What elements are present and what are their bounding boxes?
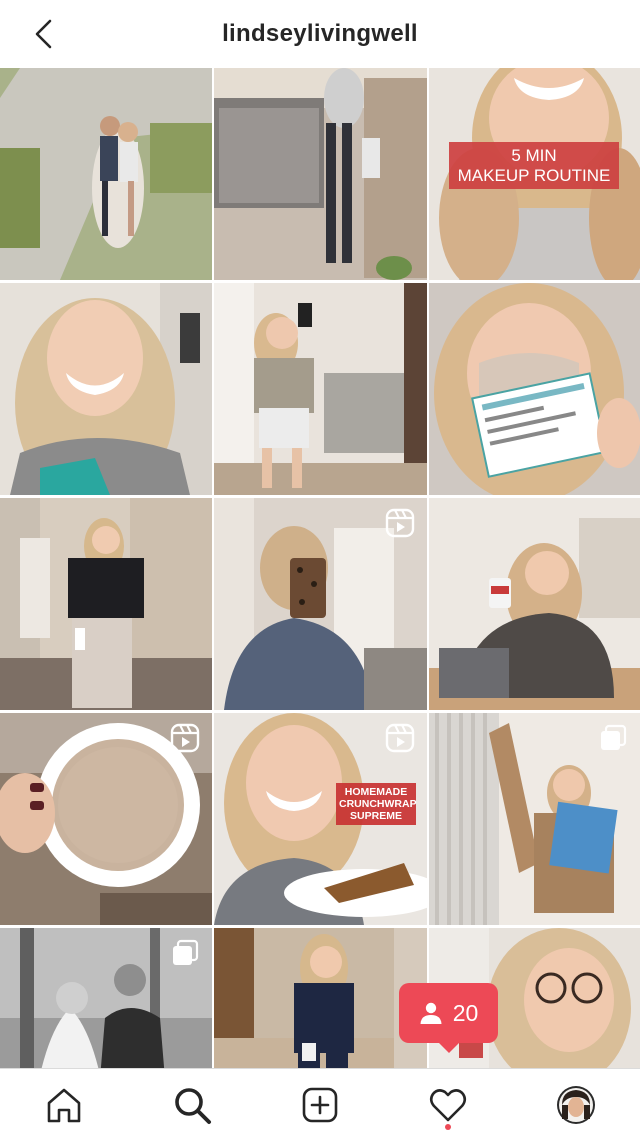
grid-post[interactable] <box>0 68 212 280</box>
grid-post[interactable] <box>214 283 427 495</box>
reels-icon <box>385 508 415 538</box>
grid-post[interactable] <box>0 928 212 1068</box>
post-image <box>214 283 427 495</box>
post-grid: 5 MIN MAKEUP ROUTINE HOMEMADE CRUNCHWRAP… <box>0 68 640 1068</box>
grid-post[interactable] <box>214 928 427 1068</box>
post-image <box>214 68 427 280</box>
nav-profile[interactable] <box>554 1083 598 1127</box>
avatar <box>557 1086 595 1124</box>
reels-icon <box>385 723 415 753</box>
activity-indicator-dot <box>445 1124 451 1130</box>
grid-post[interactable] <box>214 68 427 280</box>
carousel-icon <box>173 939 199 965</box>
grid-post[interactable] <box>0 713 212 925</box>
bottom-nav-bar <box>0 1068 640 1138</box>
search-icon <box>175 1088 211 1124</box>
chevron-left-icon <box>35 19 52 49</box>
grid-post[interactable] <box>429 713 640 925</box>
grid-post[interactable] <box>429 283 640 495</box>
post-image <box>0 498 212 710</box>
post-image <box>0 68 212 280</box>
home-icon <box>47 1088 81 1123</box>
grid-post[interactable]: 5 MIN MAKEUP ROUTINE <box>429 68 640 280</box>
carousel-icon <box>601 724 627 750</box>
post-image <box>429 283 640 495</box>
nav-activity[interactable] <box>426 1083 470 1127</box>
plus-square-icon <box>302 1087 338 1123</box>
profile-grid-screen: lindseylivingwell 5 MIN MAKEUP ROUTINE H… <box>0 0 640 1138</box>
nav-home[interactable] <box>42 1083 86 1127</box>
person-icon <box>420 1002 442 1024</box>
post-image <box>429 498 640 710</box>
heart-icon <box>429 1089 467 1122</box>
back-button[interactable] <box>22 14 66 54</box>
reels-icon <box>170 723 200 753</box>
top-bar: lindseylivingwell <box>0 0 640 68</box>
follower-notification-badge[interactable]: 20 <box>399 983 498 1053</box>
grid-post[interactable]: HOMEMADE CRUNCHWRAP SUPREME <box>214 713 427 925</box>
nav-search[interactable] <box>170 1083 214 1127</box>
profile-username: lindseylivingwell <box>222 20 418 47</box>
grid-post[interactable] <box>0 283 212 495</box>
grid-post[interactable] <box>0 498 212 710</box>
notification-count: 20 <box>452 999 479 1026</box>
grid-post[interactable] <box>214 498 427 710</box>
post-image <box>0 283 212 495</box>
nav-create[interactable] <box>298 1083 342 1127</box>
grid-post[interactable] <box>429 498 640 710</box>
post-overlay-caption: 5 MIN MAKEUP ROUTINE <box>449 142 619 190</box>
post-image <box>214 928 427 1068</box>
post-overlay-caption: HOMEMADE CRUNCHWRAP SUPREME <box>336 783 417 826</box>
